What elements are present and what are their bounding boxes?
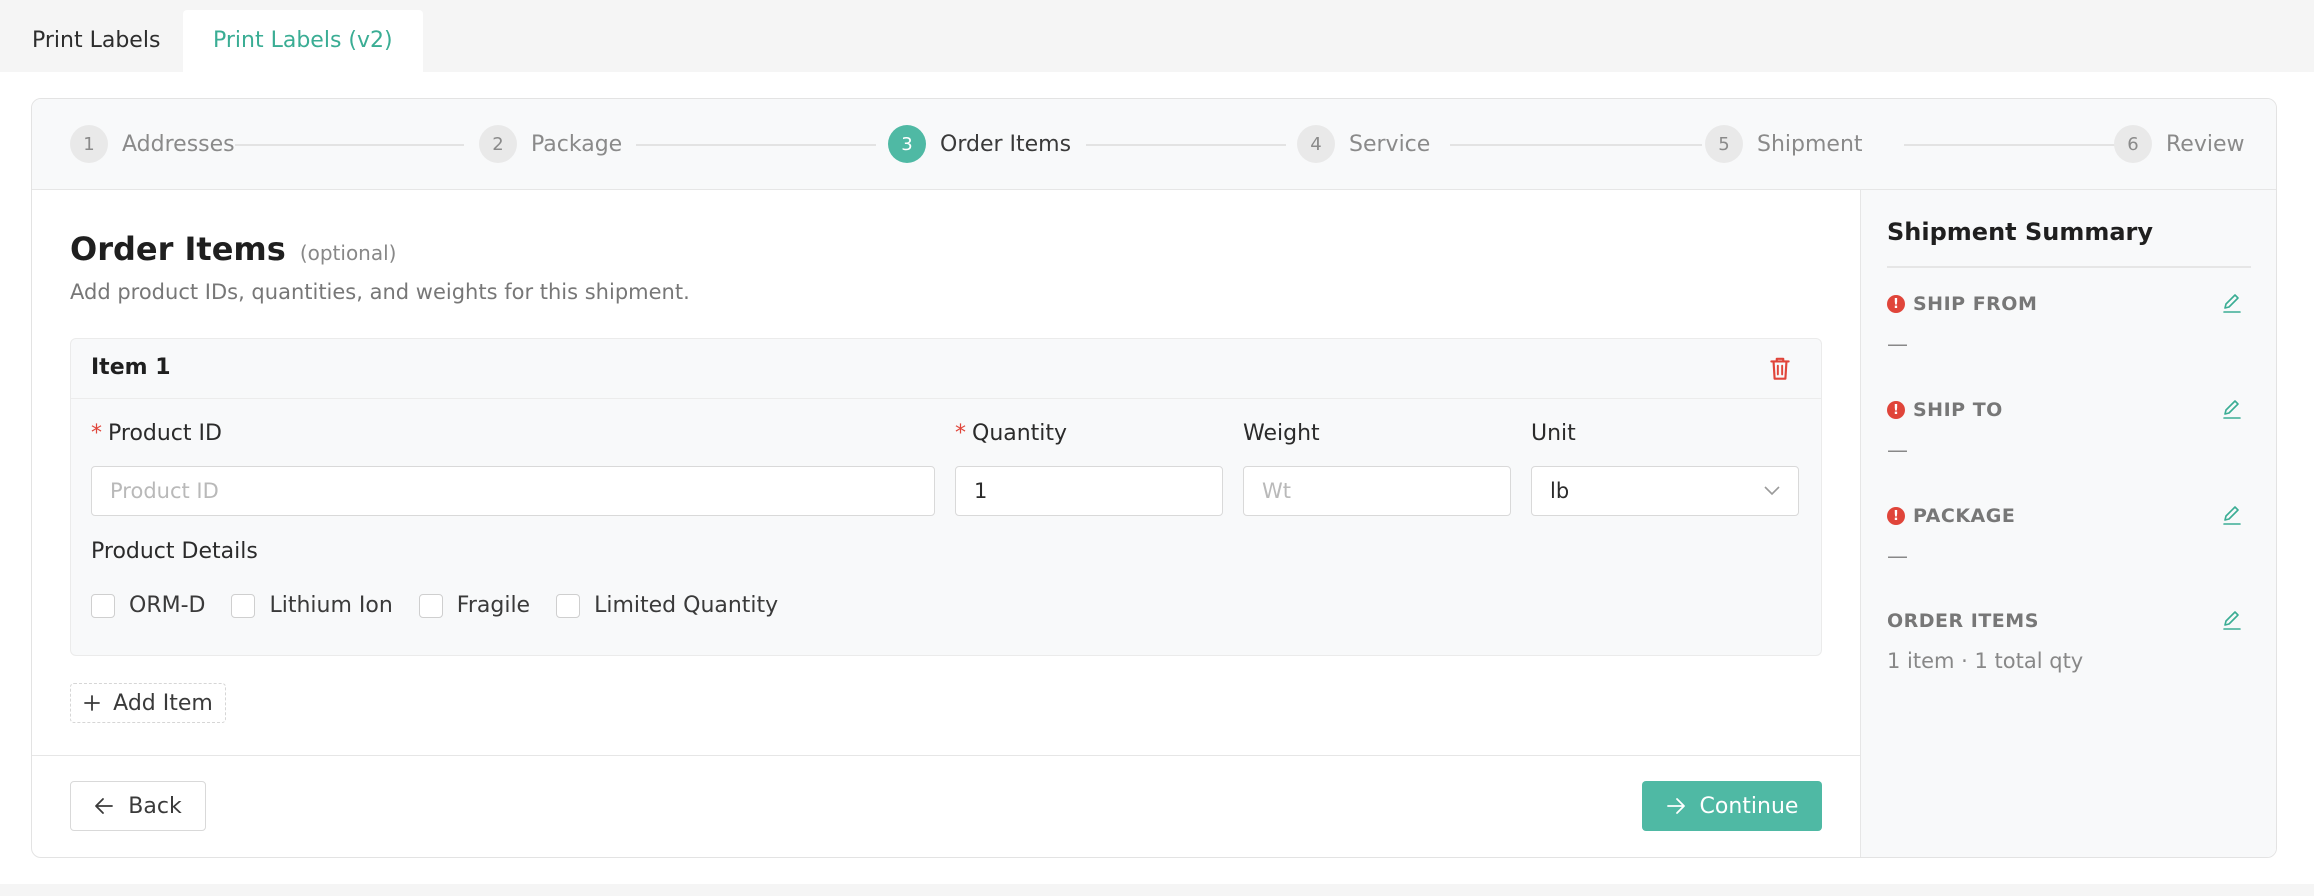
- step-connector: [636, 144, 876, 146]
- pencil-icon[interactable]: [2221, 292, 2243, 314]
- tab-print-labels[interactable]: Print Labels: [2, 10, 190, 72]
- checkbox-label: Lithium Ion: [269, 593, 393, 618]
- step-number: 4: [1297, 125, 1335, 163]
- step-connector: [1086, 144, 1286, 146]
- checkbox-label: Fragile: [456, 593, 531, 618]
- title-row: Order Items (optional): [70, 230, 396, 268]
- step-label: Shipment: [1757, 131, 1863, 157]
- summary-label: PACKAGE: [1913, 505, 2016, 527]
- summary-value: —: [1887, 438, 1908, 462]
- back-button[interactable]: Back: [70, 781, 206, 831]
- step-number: 2: [479, 125, 517, 163]
- continue-button[interactable]: Continue: [1642, 781, 1822, 831]
- order-item-panel: Item 1 *Product ID *Quantity Weight Unit: [70, 338, 1822, 656]
- page-title: Order Items: [70, 230, 286, 268]
- step-service[interactable]: 4 Service: [1297, 125, 1430, 163]
- checkbox-label: Limited Quantity: [594, 593, 779, 618]
- summary-ship-to: ! SHIP TO —: [1887, 396, 2251, 462]
- checkbox-box[interactable]: [556, 593, 581, 618]
- back-label: Back: [128, 793, 182, 819]
- summary-label: SHIP FROM: [1913, 293, 2038, 315]
- pencil-icon[interactable]: [2221, 398, 2243, 420]
- step-number: 5: [1705, 125, 1743, 163]
- summary-label: ORDER ITEMS: [1887, 610, 2039, 632]
- summary-value: 1 item · 1 total qty: [1887, 649, 2084, 673]
- step-review[interactable]: 6 Review: [2114, 125, 2245, 163]
- step-label: Addresses: [122, 131, 235, 157]
- step-connector: [1904, 144, 2138, 146]
- step-addresses[interactable]: 1 Addresses: [70, 125, 235, 163]
- add-item-button[interactable]: Add Item: [70, 683, 226, 723]
- quantity-label: * Quantity: [955, 421, 1067, 446]
- tab-bar: Print Labels Print Labels (v2): [0, 0, 2314, 72]
- step-shipment[interactable]: 5 Shipment: [1705, 125, 1863, 163]
- checkbox-box[interactable]: [418, 593, 443, 618]
- checkbox-limited-quantity[interactable]: Limited Quantity: [556, 593, 778, 618]
- plus-icon: [84, 695, 101, 711]
- summary-value: —: [1887, 544, 1908, 568]
- step-label: Order Items: [940, 131, 1072, 157]
- add-item-label: Add Item: [113, 690, 213, 716]
- product-details-label: Product Details: [91, 539, 258, 564]
- quantity-label-text: Quantity: [972, 421, 1068, 446]
- optional-tag: (optional): [299, 241, 397, 265]
- sidebar-title: Shipment Summary: [1887, 218, 2154, 246]
- step-number: 3: [888, 125, 926, 163]
- continue-label: Continue: [1699, 793, 1799, 819]
- product-id-label: * Product ID: [91, 421, 222, 446]
- step-number: 6: [2114, 125, 2152, 163]
- step-number: 1: [70, 125, 108, 163]
- required-mark: *: [955, 421, 966, 446]
- item-header: Item 1: [71, 339, 1821, 399]
- step-package[interactable]: 2 Package: [479, 125, 622, 163]
- checkbox-box[interactable]: [231, 593, 256, 618]
- unit-select-value: lb: [1550, 479, 1570, 503]
- unit-label: Unit: [1531, 421, 1576, 446]
- page-subtitle: Add product IDs, quantities, and weights…: [70, 280, 690, 304]
- summary-order-items: ORDER ITEMS 1 item · 1 total qty: [1887, 607, 2251, 673]
- tab-print-labels-v2[interactable]: Print Labels (v2): [183, 10, 423, 72]
- weight-input[interactable]: [1243, 466, 1511, 516]
- product-details-checkboxes: ORM-D Lithium Ion Fragile Limited Quanti…: [91, 593, 804, 618]
- step-order-items[interactable]: 3 Order Items: [888, 125, 1071, 163]
- sidebar-divider: [1887, 266, 2251, 268]
- checkbox-fragile[interactable]: Fragile: [418, 593, 531, 618]
- step-label: Package: [531, 131, 623, 157]
- step-label: Review: [2166, 131, 2245, 157]
- stepper: 1 Addresses 2 Package 3 Order Items 4 Se…: [32, 99, 2276, 190]
- checkbox-label: ORM-D: [129, 593, 206, 618]
- shipment-summary-sidebar: Shipment Summary ! SHIP FROM — ! SHIP TO…: [1860, 190, 2276, 857]
- pencil-icon[interactable]: [2221, 504, 2243, 526]
- arrow-right-icon: [1666, 798, 1685, 814]
- step-label: Service: [1349, 131, 1431, 157]
- checkbox-orm-d[interactable]: ORM-D: [91, 593, 205, 618]
- step-connector: [1450, 144, 1702, 146]
- checkbox-box[interactable]: [91, 593, 115, 618]
- alert-circle-icon: !: [1887, 401, 1905, 419]
- unit-select[interactable]: lb: [1531, 466, 1799, 516]
- product-id-label-text: Product ID: [108, 421, 222, 446]
- product-id-input[interactable]: [91, 466, 935, 516]
- wizard-footer: Back Continue: [32, 755, 1860, 857]
- checkbox-lithium-ion[interactable]: Lithium Ion: [231, 593, 393, 618]
- wizard-card: 1 Addresses 2 Package 3 Order Items 4 Se…: [31, 98, 2277, 858]
- arrow-left-icon: [95, 798, 114, 814]
- required-mark: *: [91, 421, 102, 446]
- summary-ship-from: ! SHIP FROM —: [1887, 290, 2251, 356]
- alert-circle-icon: !: [1887, 295, 1905, 313]
- item-title: Item 1: [91, 355, 171, 380]
- pencil-icon[interactable]: [2221, 609, 2243, 631]
- summary-value: —: [1887, 332, 1908, 356]
- step-connector: [235, 144, 464, 146]
- summary-label: SHIP TO: [1913, 399, 2003, 421]
- chevron-down-icon: [1764, 486, 1780, 496]
- alert-circle-icon: !: [1887, 507, 1905, 525]
- weight-label: Weight: [1243, 421, 1320, 446]
- order-items-form: Order Items (optional) Add product IDs, …: [32, 190, 1860, 768]
- summary-package: ! PACKAGE —: [1887, 502, 2251, 568]
- quantity-input[interactable]: [955, 466, 1223, 516]
- trash-icon[interactable]: [1767, 355, 1793, 383]
